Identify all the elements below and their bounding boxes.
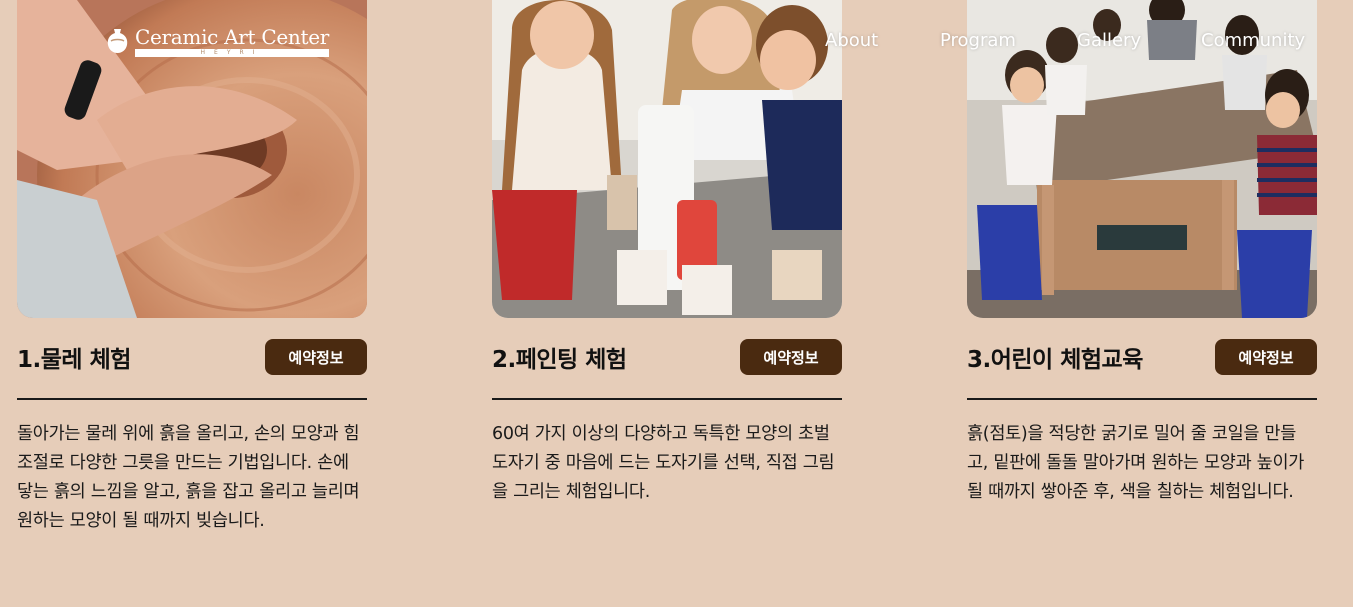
nav-about[interactable]: About [825,30,878,51]
card-description: 돌아가는 물레 위에 흙을 올리고, 손의 모양과 힘 조절로 다양한 그릇을 … [17,424,360,531]
card-header: 2.페인팅 체험 예약정보 [492,339,842,375]
card-header: 3.어린이 체험교육 예약정보 [967,339,1317,375]
card-header: 1.물레 체험 예약정보 [17,339,367,375]
card-description: 60여 가지 이상의 다양하고 독특한 모양의 초벌 도자기 중 마음에 드는 … [492,424,835,502]
program-card-kids: 3.어린이 체험교육 예약정보 흙(점토)을 적당한 굵기로 밀어 줄 코일을 … [967,0,1317,507]
main-nav: About Program Gallery Community [0,30,1353,56]
reservation-info-button[interactable]: 예약정보 [740,339,842,375]
card-title: 1.물레 체험 [17,347,131,373]
program-card-wheel: 1.물레 체험 예약정보 돌아가는 물레 위에 흙을 올리고, 손의 모양과 힘… [17,0,367,536]
reservation-info-button[interactable]: 예약정보 [265,339,367,375]
reservation-info-button[interactable]: 예약정보 [1215,339,1317,375]
card-description: 흙(점토)을 적당한 굵기로 밀어 줄 코일을 만들고, 밑판에 돌돌 말아가며… [967,424,1305,502]
nav-program[interactable]: Program [940,30,1016,51]
divider [967,398,1317,400]
nav-gallery[interactable]: Gallery [1077,30,1141,51]
divider [17,398,367,400]
card-title: 2.페인팅 체험 [492,347,627,373]
program-card-painting: 2.페인팅 체험 예약정보 60여 가지 이상의 다양하고 독특한 모양의 초벌… [492,0,842,507]
card-title: 3.어린이 체험교육 [967,347,1143,373]
nav-community[interactable]: Community [1201,30,1305,51]
divider [492,398,842,400]
